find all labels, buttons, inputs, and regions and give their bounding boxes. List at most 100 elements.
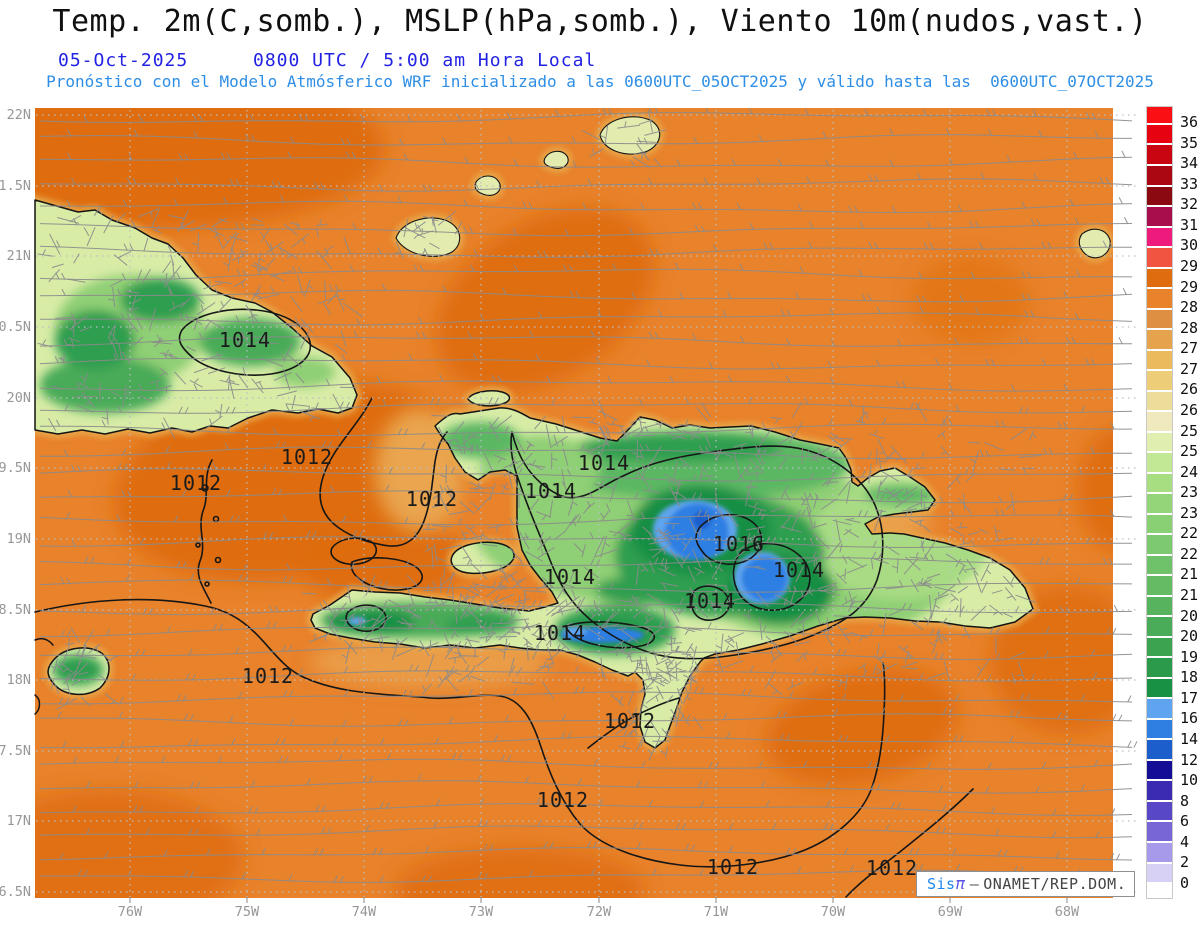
colorbar-tick-label: 25: [1180, 442, 1199, 461]
colorbar-tick-label: 27.5: [1180, 339, 1200, 358]
colorbar-tick-label: 36: [1180, 113, 1199, 131]
isobar-label: 1012: [170, 471, 222, 495]
colorbar-cell: [1147, 779, 1172, 800]
watermark-org: ONAMET/REP.DOM.: [983, 875, 1127, 893]
colorbar-cell: [1147, 594, 1172, 616]
colorbar-cell: [1147, 738, 1172, 759]
watermark-separator: –: [969, 875, 980, 893]
colorbar-tick-label: 0: [1180, 874, 1190, 892]
lon-label: 74W: [352, 904, 377, 920]
colorbar-cell: [1147, 225, 1172, 247]
lon-label: 69W: [938, 904, 963, 920]
lon-label: 68W: [1055, 904, 1080, 920]
colorbar-cell: [1147, 184, 1172, 206]
lat-label: 7.5N: [0, 743, 31, 759]
colorbar-cell: [1147, 758, 1172, 780]
lon-label: 70W: [821, 904, 846, 920]
forecast-map-page: Temp. 2m(C,somb.), MSLP(hPa,somb.), Vien…: [0, 0, 1200, 927]
lat-label: 9.5N: [0, 460, 31, 476]
colorbar-cell: [1147, 717, 1172, 739]
isobar-label: 1012: [604, 709, 656, 733]
isobar-label: 1012: [281, 445, 333, 469]
isobar-label: 1014: [534, 621, 586, 645]
colorbar-cell: [1147, 861, 1172, 883]
colorbar-cell: [1147, 369, 1172, 390]
lon-label: 71W: [704, 904, 729, 920]
colorbar-cell: [1147, 492, 1172, 513]
colorbar-cell: [1147, 697, 1172, 718]
lat-label: 17N: [7, 813, 31, 829]
brand-sispi: Sisπ: [927, 874, 966, 893]
isobar-label: 1012: [406, 487, 458, 511]
colorbar-tick-label: 18: [1180, 668, 1199, 687]
colorbar-cell: [1147, 348, 1172, 370]
colorbar-tick-label: 20.5: [1180, 606, 1200, 625]
temperature-colorbar: [1146, 106, 1173, 899]
colorbar-cell: [1147, 533, 1172, 554]
colorbar-tick-label: 21: [1180, 586, 1199, 605]
isobar-label: 1014: [525, 479, 577, 503]
colorbar-tick-label: 28.5: [1180, 298, 1200, 317]
colorbar-cell: [1147, 471, 1172, 493]
colorbar-tick-label: 30.7: [1180, 236, 1200, 255]
isobar-label: 1012: [707, 855, 759, 879]
colorbar-tick-label: 31.5: [1180, 215, 1200, 234]
colorbar-tick-label: 19: [1180, 647, 1199, 666]
colorbar-tick-label: 14: [1180, 730, 1199, 749]
colorbar-tick-label: 35: [1180, 133, 1199, 152]
lon-label: 75W: [235, 904, 260, 920]
lat-label: 20N: [7, 390, 31, 406]
colorbar-cell: [1147, 820, 1172, 841]
colorbar-tick-label: 22: [1180, 544, 1199, 563]
colorbar-tick-label: 10: [1180, 771, 1199, 790]
colorbar-cell: [1147, 410, 1172, 431]
lon-label: 73W: [469, 904, 494, 920]
colorbar-cell: [1147, 430, 1172, 452]
colorbar-tick-label: 20: [1180, 627, 1199, 646]
colorbar-cell: [1147, 615, 1172, 636]
isobar-label: 1014: [544, 565, 596, 589]
colorbar-cell: [1147, 389, 1172, 411]
colorbar-cell: [1147, 882, 1172, 898]
isobar-label: 1014: [773, 558, 825, 582]
colorbar-cell: [1147, 107, 1172, 123]
lon-label: 72W: [587, 904, 612, 920]
brand-sis: Sis: [927, 875, 956, 893]
colorbar-tick-label: 28: [1180, 318, 1199, 337]
colorbar-tick-label: 26.5: [1180, 380, 1200, 399]
colorbar-cell: [1147, 205, 1172, 226]
colorbar-tick-label: 23.5: [1180, 483, 1200, 502]
colorbar-cell: [1147, 143, 1172, 164]
lat-label: 22N: [7, 107, 31, 123]
colorbar-tick-label: 29: [1180, 277, 1199, 296]
lat-label: 6.5N: [0, 884, 31, 900]
isobar-label: 1014: [684, 589, 736, 613]
colorbar-tick-label: 26: [1180, 400, 1199, 419]
colorbar-tick-label: 27: [1180, 359, 1199, 378]
colorbar-tick-label: 25.5: [1180, 421, 1200, 440]
colorbar-cell: [1147, 287, 1172, 308]
colorbar-cell: [1147, 307, 1172, 329]
lat-label: 21N: [7, 248, 31, 264]
brand-pi-icon: π: [955, 874, 966, 893]
weather-map: 22N 1.5N 21N 0.5N 20N 9.5N 19N 8.5N 18N 7.5N 17N 6.…: [0, 107, 1140, 920]
colorbar-tick-label: 6: [1180, 812, 1190, 831]
colorbar-cell: [1147, 676, 1172, 698]
watermark: Sisπ – ONAMET/REP.DOM.: [916, 871, 1136, 897]
colorbar-tick-label: 23: [1180, 503, 1199, 522]
colorbar-cell: [1147, 246, 1172, 267]
colorbar-cell: [1147, 451, 1172, 472]
colorbar-tick-label: 29.7: [1180, 256, 1200, 275]
colorbar-cell: [1147, 512, 1172, 534]
colorbar-tick-label: 21.5: [1180, 565, 1200, 584]
colorbar-tick-label: 4: [1180, 832, 1190, 851]
colorbar-tick-label: 17: [1180, 688, 1199, 707]
colorbar-cell: [1147, 266, 1172, 288]
colorbar-tick-label: 12: [1180, 750, 1199, 769]
colorbar-cell: [1147, 574, 1172, 595]
lat-label: 8.5N: [0, 602, 31, 618]
lon-label: 76W: [118, 904, 143, 920]
isobar-label: 1016: [713, 532, 765, 556]
colorbar-cell: [1147, 122, 1172, 144]
colorbar-cell: [1147, 656, 1172, 677]
